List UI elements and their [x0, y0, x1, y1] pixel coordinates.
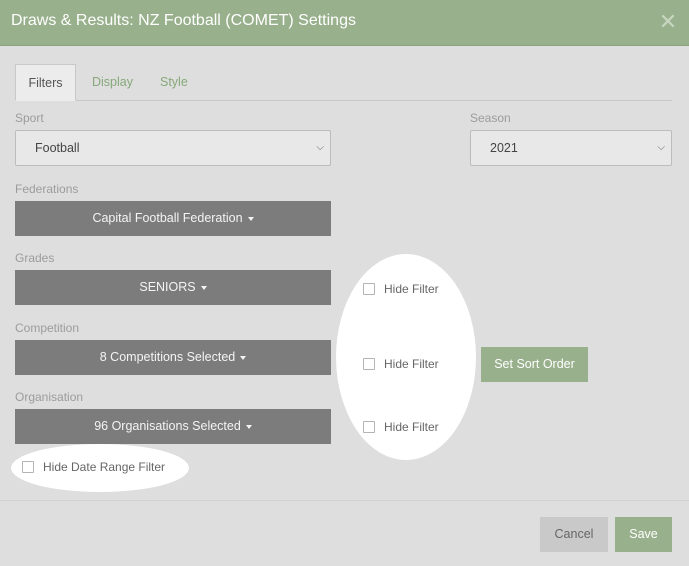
sport-select[interactable]: Football ⌵	[15, 130, 331, 166]
chevron-down-icon: ⌵	[657, 142, 665, 153]
checkbox[interactable]	[22, 461, 34, 473]
grades-dropdown[interactable]: SENIORS	[15, 270, 331, 305]
sport-select-value: Football	[35, 141, 80, 155]
checkbox[interactable]	[363, 358, 375, 370]
organisation-hide-filter-label: Hide Filter	[384, 420, 439, 434]
checkbox[interactable]	[363, 421, 375, 433]
season-select[interactable]: 2021 ⌵	[470, 130, 672, 166]
dialog-title: Draws & Results: NZ Football (COMET) Set…	[11, 12, 356, 29]
chevron-down-icon: ⌵	[316, 142, 324, 153]
grades-hide-filter-label: Hide Filter	[384, 282, 439, 296]
federations-dropdown-value: Capital Football Federation	[92, 211, 243, 225]
grades-label: Grades	[15, 251, 55, 265]
dialog-header: Draws & Results: NZ Football (COMET) Set…	[0, 0, 689, 46]
caret-down-icon	[200, 285, 207, 290]
federations-label: Federations	[15, 182, 79, 196]
set-sort-order-button[interactable]: Set Sort Order	[481, 347, 588, 382]
sport-label: Sport	[15, 111, 44, 125]
save-button[interactable]: Save	[615, 517, 672, 552]
organisation-dropdown-value: 96 Organisations Selected	[94, 419, 241, 433]
checkbox[interactable]	[363, 283, 375, 295]
caret-down-icon	[240, 355, 247, 360]
competition-dropdown[interactable]: 8 Competitions Selected	[15, 340, 331, 375]
organisation-dropdown[interactable]: 96 Organisations Selected	[15, 409, 331, 444]
tab-filters[interactable]: Filters	[15, 64, 76, 101]
season-label: Season	[470, 111, 511, 125]
competition-label: Competition	[15, 321, 80, 335]
organisation-label: Organisation	[15, 390, 84, 404]
tab-style[interactable]: Style	[160, 64, 188, 100]
tab-display[interactable]: Display	[92, 64, 133, 100]
caret-down-icon	[245, 424, 252, 429]
close-icon[interactable]: ✕	[656, 9, 680, 35]
grades-dropdown-value: SENIORS	[139, 280, 196, 294]
cancel-button[interactable]: Cancel	[540, 517, 608, 552]
caret-down-icon	[247, 216, 254, 221]
federations-dropdown[interactable]: Capital Football Federation	[15, 201, 331, 236]
footer-divider	[0, 500, 689, 501]
hide-date-range-filter-label: Hide Date Range Filter	[43, 460, 166, 474]
competition-dropdown-value: 8 Competitions Selected	[99, 350, 236, 364]
competition-hide-filter-label: Hide Filter	[384, 357, 439, 371]
season-select-value: 2021	[490, 141, 518, 155]
tab-bar: Filters Display Style	[15, 64, 672, 101]
